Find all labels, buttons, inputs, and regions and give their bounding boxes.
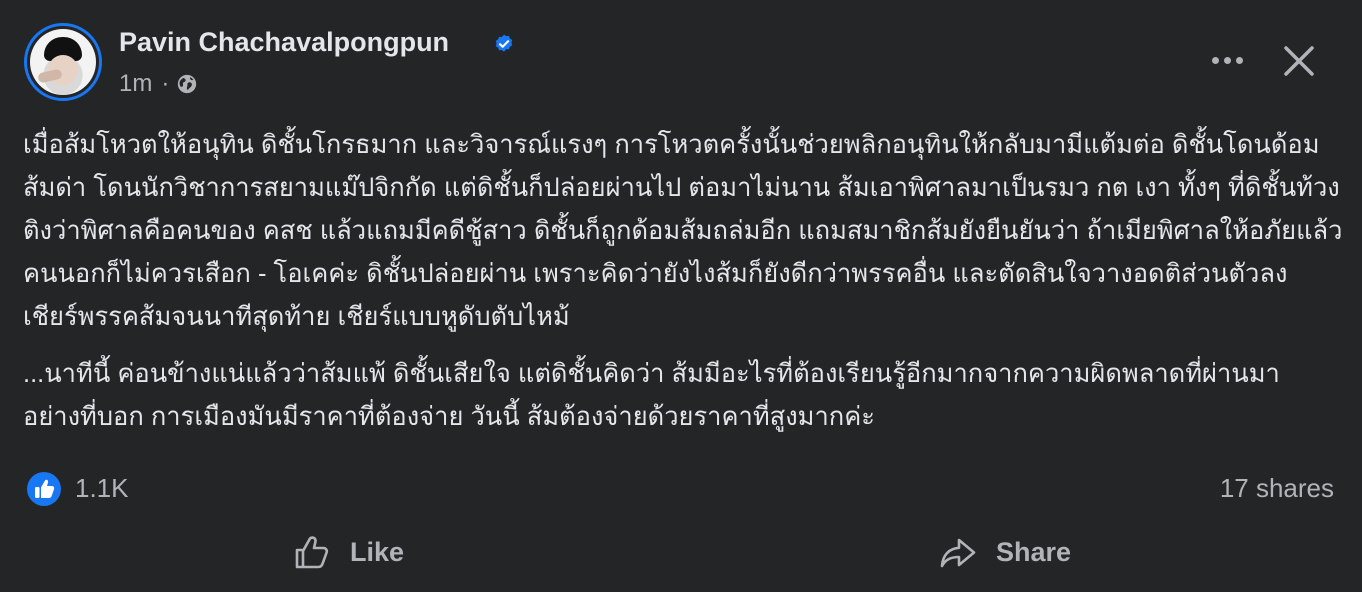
author-name[interactable]: Pavin Chachavalpongpun xyxy=(119,27,449,58)
like-label: Like xyxy=(350,536,405,567)
meta-separator: · xyxy=(161,70,170,97)
close-icon[interactable] xyxy=(1278,40,1320,82)
post-text: เมื่อส้มโหวตให้อนุทิน ดิชั้นโกรธมาก และว… xyxy=(23,124,1343,439)
share-count[interactable]: 17 shares xyxy=(1220,473,1334,504)
reaction-count[interactable]: 1.1K xyxy=(75,473,129,504)
like-reaction-icon[interactable] xyxy=(27,472,61,506)
post-paragraph: เมื่อส้มโหวตให้อนุทิน ดิชั้นโกรธมาก และว… xyxy=(23,131,1343,331)
share-arrow-icon xyxy=(940,538,976,568)
facebook-post: Pavin Chachavalpongpun 1m · เมื่อส้มโหวต… xyxy=(0,0,1362,592)
share-label: Share xyxy=(996,536,1072,567)
like-button[interactable]: Like xyxy=(292,530,404,574)
avatar-image xyxy=(30,29,96,95)
more-options-icon[interactable] xyxy=(1208,52,1246,68)
avatar[interactable] xyxy=(24,23,102,101)
post-time[interactable]: 1m xyxy=(119,70,152,98)
share-button[interactable]: Share xyxy=(938,530,1071,574)
verified-badge-icon xyxy=(495,34,513,52)
post-meta: 1m · xyxy=(119,70,198,98)
thumbs-up-icon xyxy=(295,536,329,569)
post-paragraph: ...นาทีนี้ ค่อนข้างแน่แล้วว่าส้มแพ้ ดิชั… xyxy=(23,360,1280,431)
globe-icon[interactable] xyxy=(176,73,198,95)
